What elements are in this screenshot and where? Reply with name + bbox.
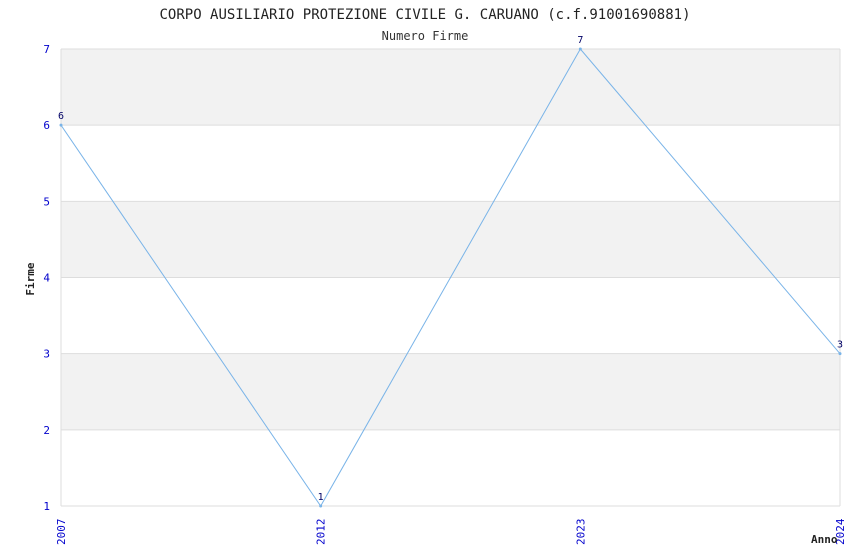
y-tick-label: 7 — [43, 43, 50, 56]
chart-title: CORPO AUSILIARIO PROTEZIONE CIVILE G. CA… — [159, 7, 690, 23]
line-chart: CORPO AUSILIARIO PROTEZIONE CIVILE G. CA… — [24, 7, 847, 546]
data-point — [59, 123, 63, 127]
background-band — [61, 49, 840, 126]
x-tick-label: 2012 — [315, 519, 328, 546]
x-axis-label: Anno — [811, 533, 838, 546]
data-label: 6 — [58, 111, 64, 122]
y-tick-label: 4 — [43, 272, 50, 285]
data-point — [578, 47, 582, 51]
y-axis-ticks: 1 2 3 4 5 6 7 — [43, 43, 50, 513]
x-tick-label: 2007 — [55, 519, 68, 546]
x-axis-ticks: 2007 2012 2023 2024 — [55, 518, 847, 545]
data-label: 7 — [577, 35, 583, 46]
y-tick-label: 1 — [43, 500, 50, 513]
y-tick-label: 3 — [43, 348, 50, 361]
background-band — [61, 201, 840, 278]
data-label: 3 — [837, 340, 843, 351]
data-label: 1 — [318, 492, 324, 503]
y-axis-label: Firme — [24, 262, 37, 295]
data-point — [838, 352, 842, 356]
y-tick-label: 6 — [43, 119, 50, 132]
chart-subtitle: Numero Firme — [382, 29, 469, 43]
x-tick-label: 2023 — [574, 519, 587, 546]
background-bands — [61, 49, 840, 430]
data-point — [319, 504, 323, 508]
y-tick-label: 2 — [43, 424, 50, 437]
y-tick-label: 5 — [43, 195, 50, 208]
background-band — [61, 353, 840, 430]
